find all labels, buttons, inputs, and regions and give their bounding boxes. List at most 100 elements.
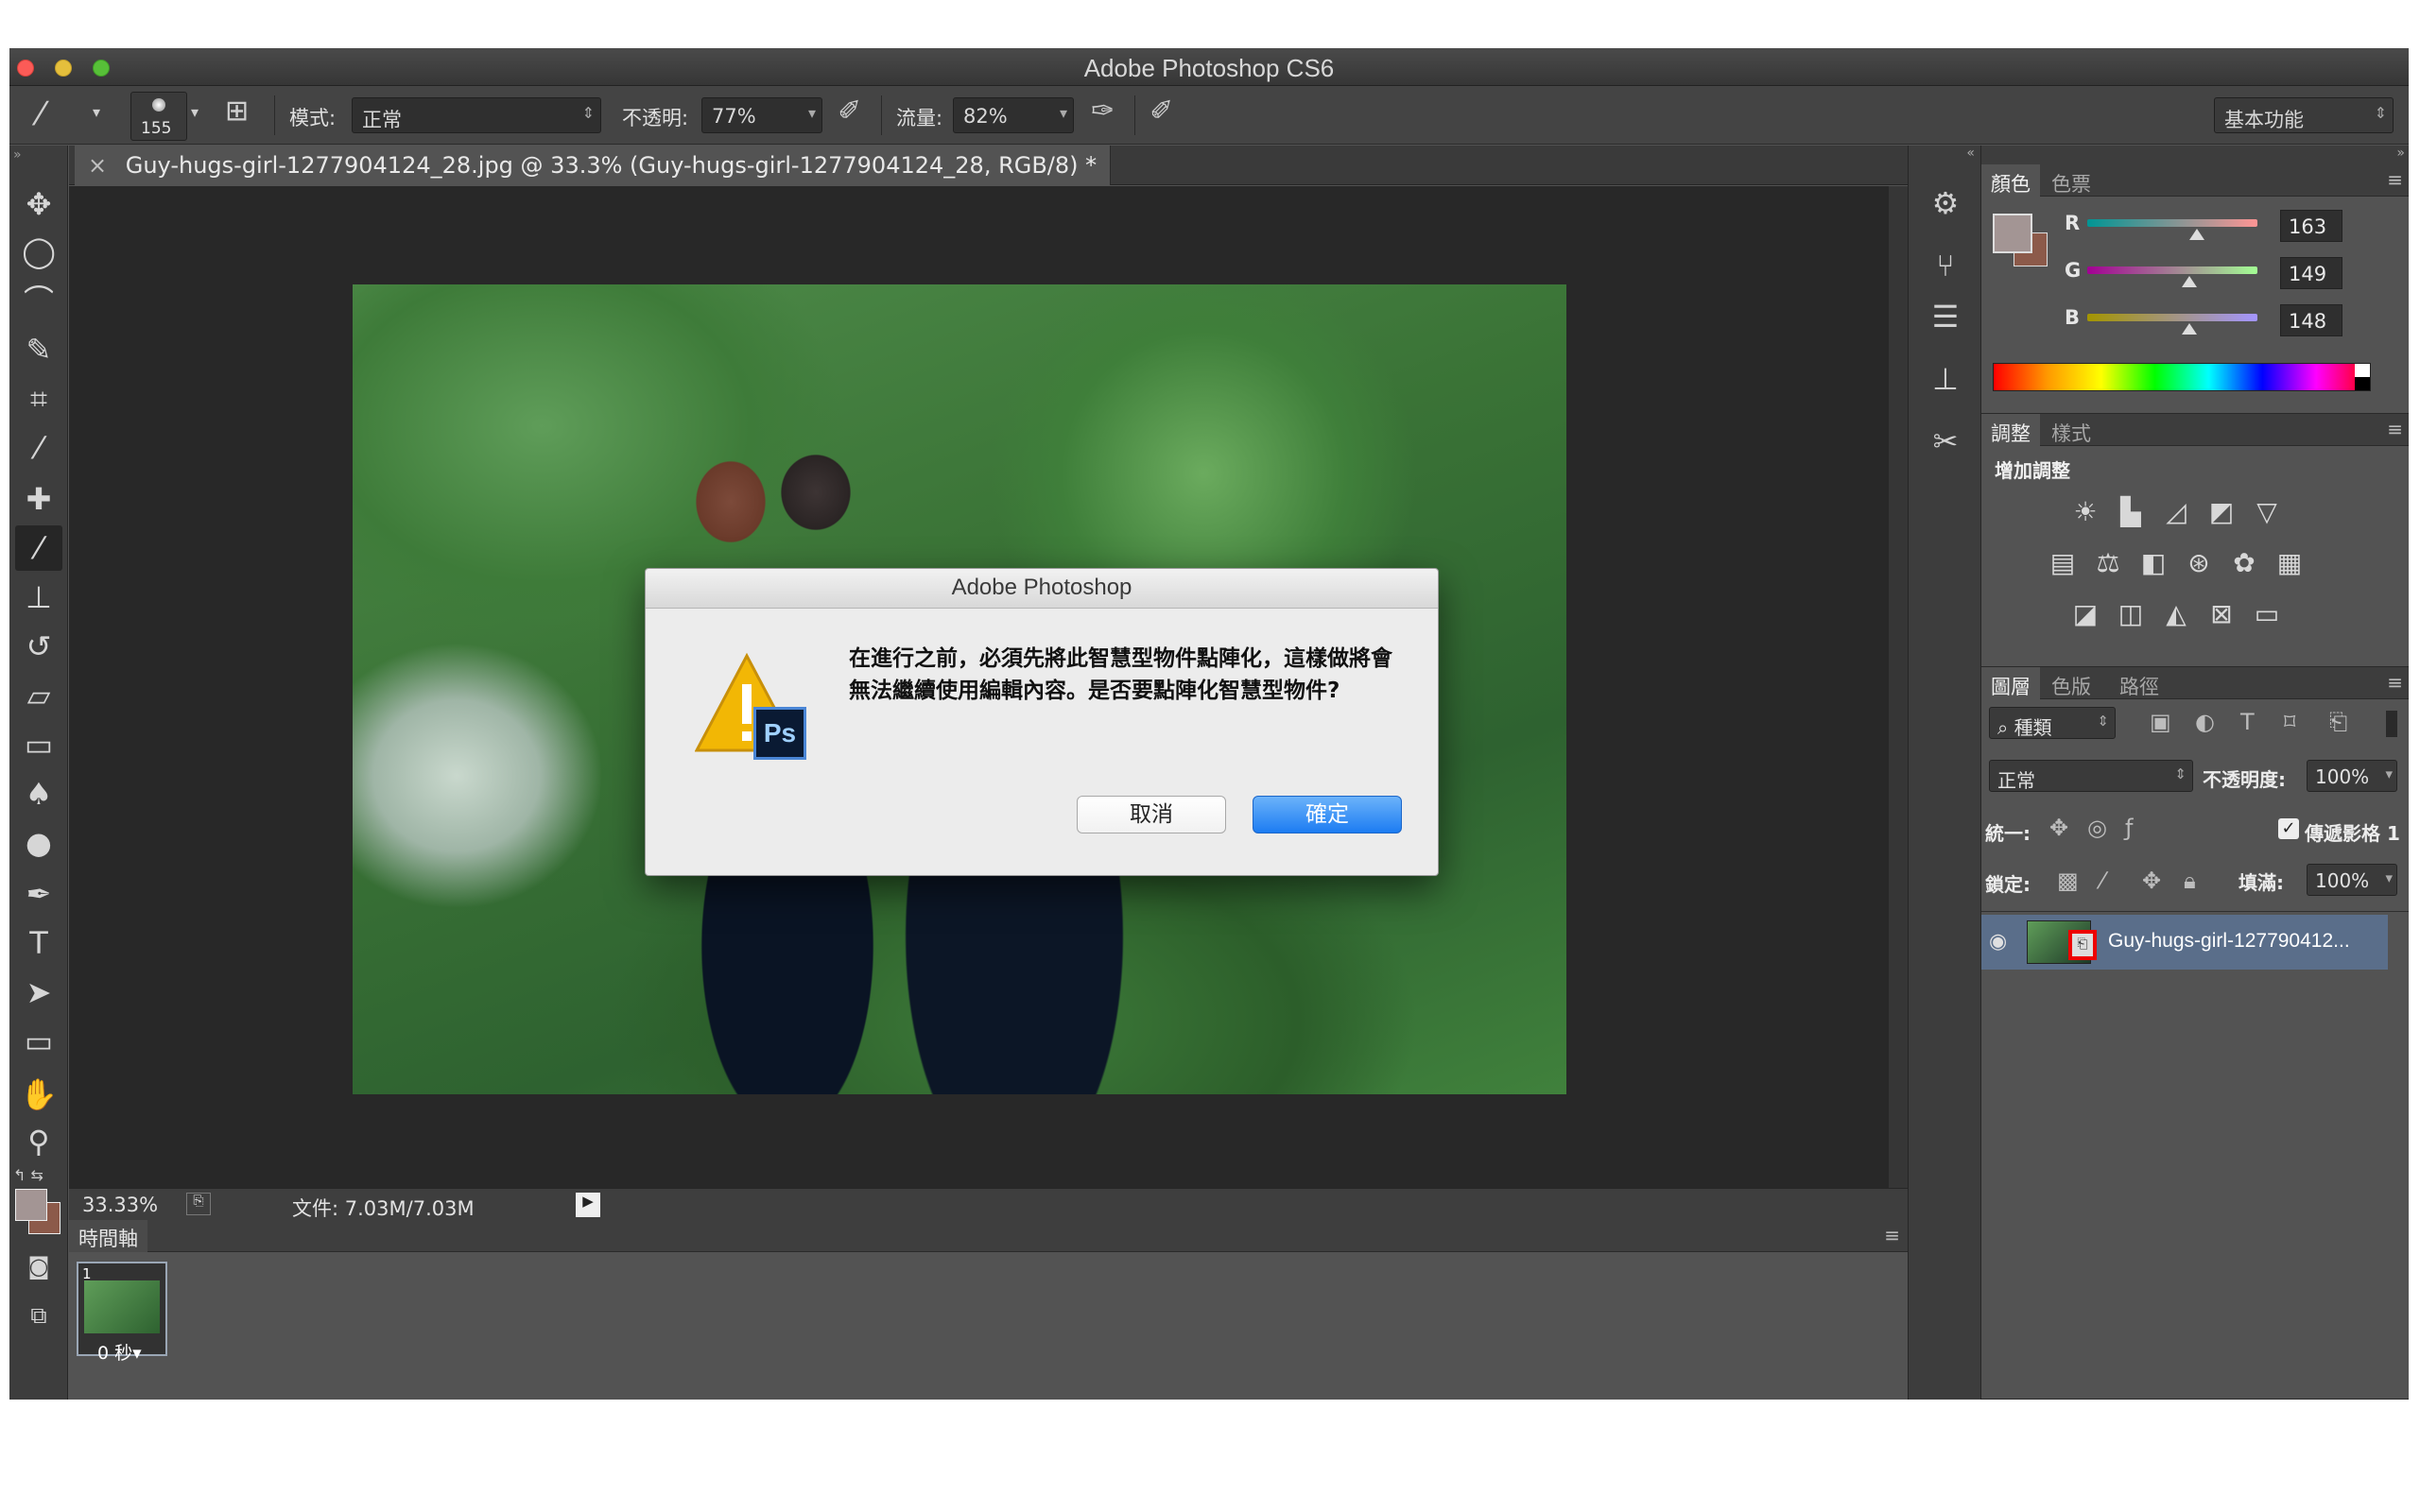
lasso-tool-icon[interactable]: ⌒: [15, 278, 62, 323]
hue-saturation-icon[interactable]: ▤: [2046, 546, 2080, 580]
panel-menu-icon[interactable]: ≡: [2387, 671, 2403, 694]
type-tool-icon[interactable]: T: [15, 920, 62, 966]
unify-style-icon[interactable]: ƒ: [2125, 815, 2133, 841]
gradient-map-icon[interactable]: ⊠: [2204, 597, 2238, 631]
clone-source-icon[interactable]: ⊥: [1926, 359, 1965, 399]
cancel-button[interactable]: 取消: [1077, 796, 1226, 833]
red-value-input[interactable]: 163: [2280, 210, 2342, 242]
flow-input[interactable]: 82% ▾: [953, 97, 1074, 133]
tool-presets-icon[interactable]: ✂: [1926, 421, 1965, 461]
lock-transparency-icon[interactable]: ▩: [2057, 868, 2079, 894]
brightness-contrast-icon[interactable]: ☀: [2068, 495, 2102, 529]
channel-mixer-icon[interactable]: ✿: [2227, 546, 2261, 580]
green-slider[interactable]: [2087, 266, 2257, 274]
visibility-eye-icon[interactable]: ◉: [1989, 930, 2007, 954]
frame-delay[interactable]: 0 秒▾: [97, 1339, 142, 1365]
tab-paths[interactable]: 路徑: [2110, 667, 2169, 699]
history-brush-tool-icon[interactable]: ↺: [15, 624, 62, 669]
gradient-tool-icon[interactable]: ▭: [15, 722, 62, 767]
brush-tool-preset-icon[interactable]: ⁄: [38, 98, 43, 130]
panel-menu-icon[interactable]: ≡: [1884, 1224, 1900, 1246]
quick-mask-icon[interactable]: ◙: [15, 1244, 62, 1289]
screen-mode-icon[interactable]: ⧉: [15, 1293, 62, 1338]
pressure-size-icon[interactable]: ✐: [1150, 97, 1173, 126]
propagate-frame-checkbox[interactable]: ✓: [2278, 818, 2299, 839]
tab-layers[interactable]: 圖層: [1981, 667, 2040, 699]
clone-stamp-tool-icon[interactable]: ⊥: [15, 575, 62, 620]
vibrance-icon[interactable]: ▽: [2250, 495, 2284, 529]
layer-row[interactable]: ◉ ⎗ Guy-hugs-girl-127790412...: [1981, 915, 2388, 970]
blur-tool-icon[interactable]: ♠: [15, 771, 62, 816]
color-balance-icon[interactable]: ⚖: [2091, 546, 2125, 580]
lock-pixels-icon[interactable]: ⁄: [2100, 868, 2104, 894]
quick-select-tool-icon[interactable]: ✎: [15, 327, 62, 372]
tab-color[interactable]: 顏色: [1981, 164, 2040, 197]
filter-shape-icon[interactable]: ⌑: [2284, 709, 2295, 735]
layer-opacity-input[interactable]: 100% ▾: [2307, 760, 2397, 792]
tab-channels[interactable]: 色版: [2042, 667, 2100, 699]
tool-preset-dropdown-icon[interactable]: ▾: [93, 105, 100, 120]
move-tool-icon[interactable]: ✥: [15, 181, 62, 227]
brush-picker-arrow-icon[interactable]: ▾: [191, 105, 199, 120]
eraser-tool-icon[interactable]: ▱: [15, 673, 62, 718]
pressure-opacity-icon[interactable]: ✐: [838, 97, 861, 126]
hand-tool-icon[interactable]: ✋: [15, 1072, 62, 1117]
exposure-icon[interactable]: ◩: [2204, 495, 2238, 529]
smart-object-badge-icon[interactable]: ⎗: [2068, 930, 2097, 960]
brush-panel-toggle-icon[interactable]: ⊞: [225, 97, 249, 126]
green-value-input[interactable]: 149: [2280, 257, 2342, 289]
status-menu-arrow-icon[interactable]: ▶: [576, 1193, 600, 1217]
collapse-arrows-icon[interactable]: «: [1966, 146, 1975, 161]
filter-adjustment-icon[interactable]: ◐: [2195, 709, 2215, 735]
mode-select[interactable]: 正常 ⇕: [352, 97, 601, 133]
levels-icon[interactable]: ▙: [2114, 495, 2148, 529]
pen-tool-icon[interactable]: ✒: [15, 871, 62, 917]
filter-toggle[interactable]: [2386, 711, 2397, 737]
black-white-icon[interactable]: ◧: [2136, 546, 2170, 580]
eyedropper-tool-icon[interactable]: ⁄: [15, 425, 62, 471]
share-icon[interactable]: ⎘: [186, 1193, 211, 1215]
swap-colors-icon[interactable]: ↰ ⇆: [13, 1166, 60, 1185]
tab-timeline[interactable]: 時間軸: [69, 1220, 147, 1252]
lock-position-icon[interactable]: ✥: [2142, 868, 2161, 894]
brush-presets-icon[interactable]: ⑂: [1926, 246, 1965, 285]
foreground-color-swatch[interactable]: [1993, 214, 2032, 253]
layer-filter-select[interactable]: ⌕ 種類 ⇕: [1989, 707, 2116, 739]
healing-brush-tool-icon[interactable]: ✚: [15, 476, 62, 522]
rectangle-tool-icon[interactable]: ▭: [15, 1019, 62, 1064]
filter-pixel-icon[interactable]: ▣: [2150, 709, 2171, 735]
workspace-select[interactable]: 基本功能 ⇕: [2214, 97, 2394, 133]
opacity-input[interactable]: 77% ▾: [701, 97, 822, 133]
collapse-arrows-icon[interactable]: »: [13, 147, 22, 163]
tab-adjustments[interactable]: 調整: [1981, 414, 2040, 446]
expand-arrows-icon[interactable]: »: [2396, 146, 2405, 161]
brush-preset-picker[interactable]: 155: [130, 92, 187, 141]
color-lookup-icon[interactable]: ▦: [2273, 546, 2307, 580]
selective-color-icon[interactable]: ▭: [2250, 597, 2284, 631]
airbrush-icon[interactable]: ✑: [1091, 97, 1115, 126]
filter-type-icon[interactable]: T: [2240, 709, 2255, 735]
zoom-level[interactable]: 33.33%: [82, 1194, 158, 1216]
vertical-scrollbar[interactable]: [1889, 186, 1908, 1188]
blend-mode-select[interactable]: 正常 ⇕: [1989, 760, 2193, 792]
red-slider-thumb[interactable]: [2189, 229, 2204, 240]
filter-smart-object-icon[interactable]: ⎗: [2329, 709, 2347, 735]
invert-icon[interactable]: ◪: [2068, 597, 2102, 631]
unify-position-icon[interactable]: ✥: [2049, 815, 2068, 841]
lock-all-icon[interactable]: 🔒︎: [2184, 868, 2196, 894]
threshold-icon[interactable]: ◭: [2159, 597, 2193, 631]
green-slider-thumb[interactable]: [2182, 276, 2197, 287]
zoom-tool-icon[interactable]: ⚲: [15, 1119, 62, 1164]
blue-slider[interactable]: [2087, 314, 2257, 321]
blue-slider-thumb[interactable]: [2182, 323, 2197, 335]
close-tab-icon[interactable]: ×: [88, 152, 107, 179]
panel-menu-icon[interactable]: ≡: [2387, 168, 2403, 191]
curves-icon[interactable]: ◿: [2159, 495, 2193, 529]
dodge-tool-icon[interactable]: ●: [15, 820, 62, 866]
marquee-tool-icon[interactable]: ◯: [15, 229, 62, 274]
brush-panel-icon[interactable]: ☰: [1926, 297, 1965, 336]
fill-input[interactable]: 100% ▾: [2307, 864, 2397, 896]
blue-value-input[interactable]: 148: [2280, 304, 2342, 336]
tab-swatches[interactable]: 色票: [2042, 164, 2100, 197]
panel-menu-icon[interactable]: ≡: [2387, 418, 2403, 440]
